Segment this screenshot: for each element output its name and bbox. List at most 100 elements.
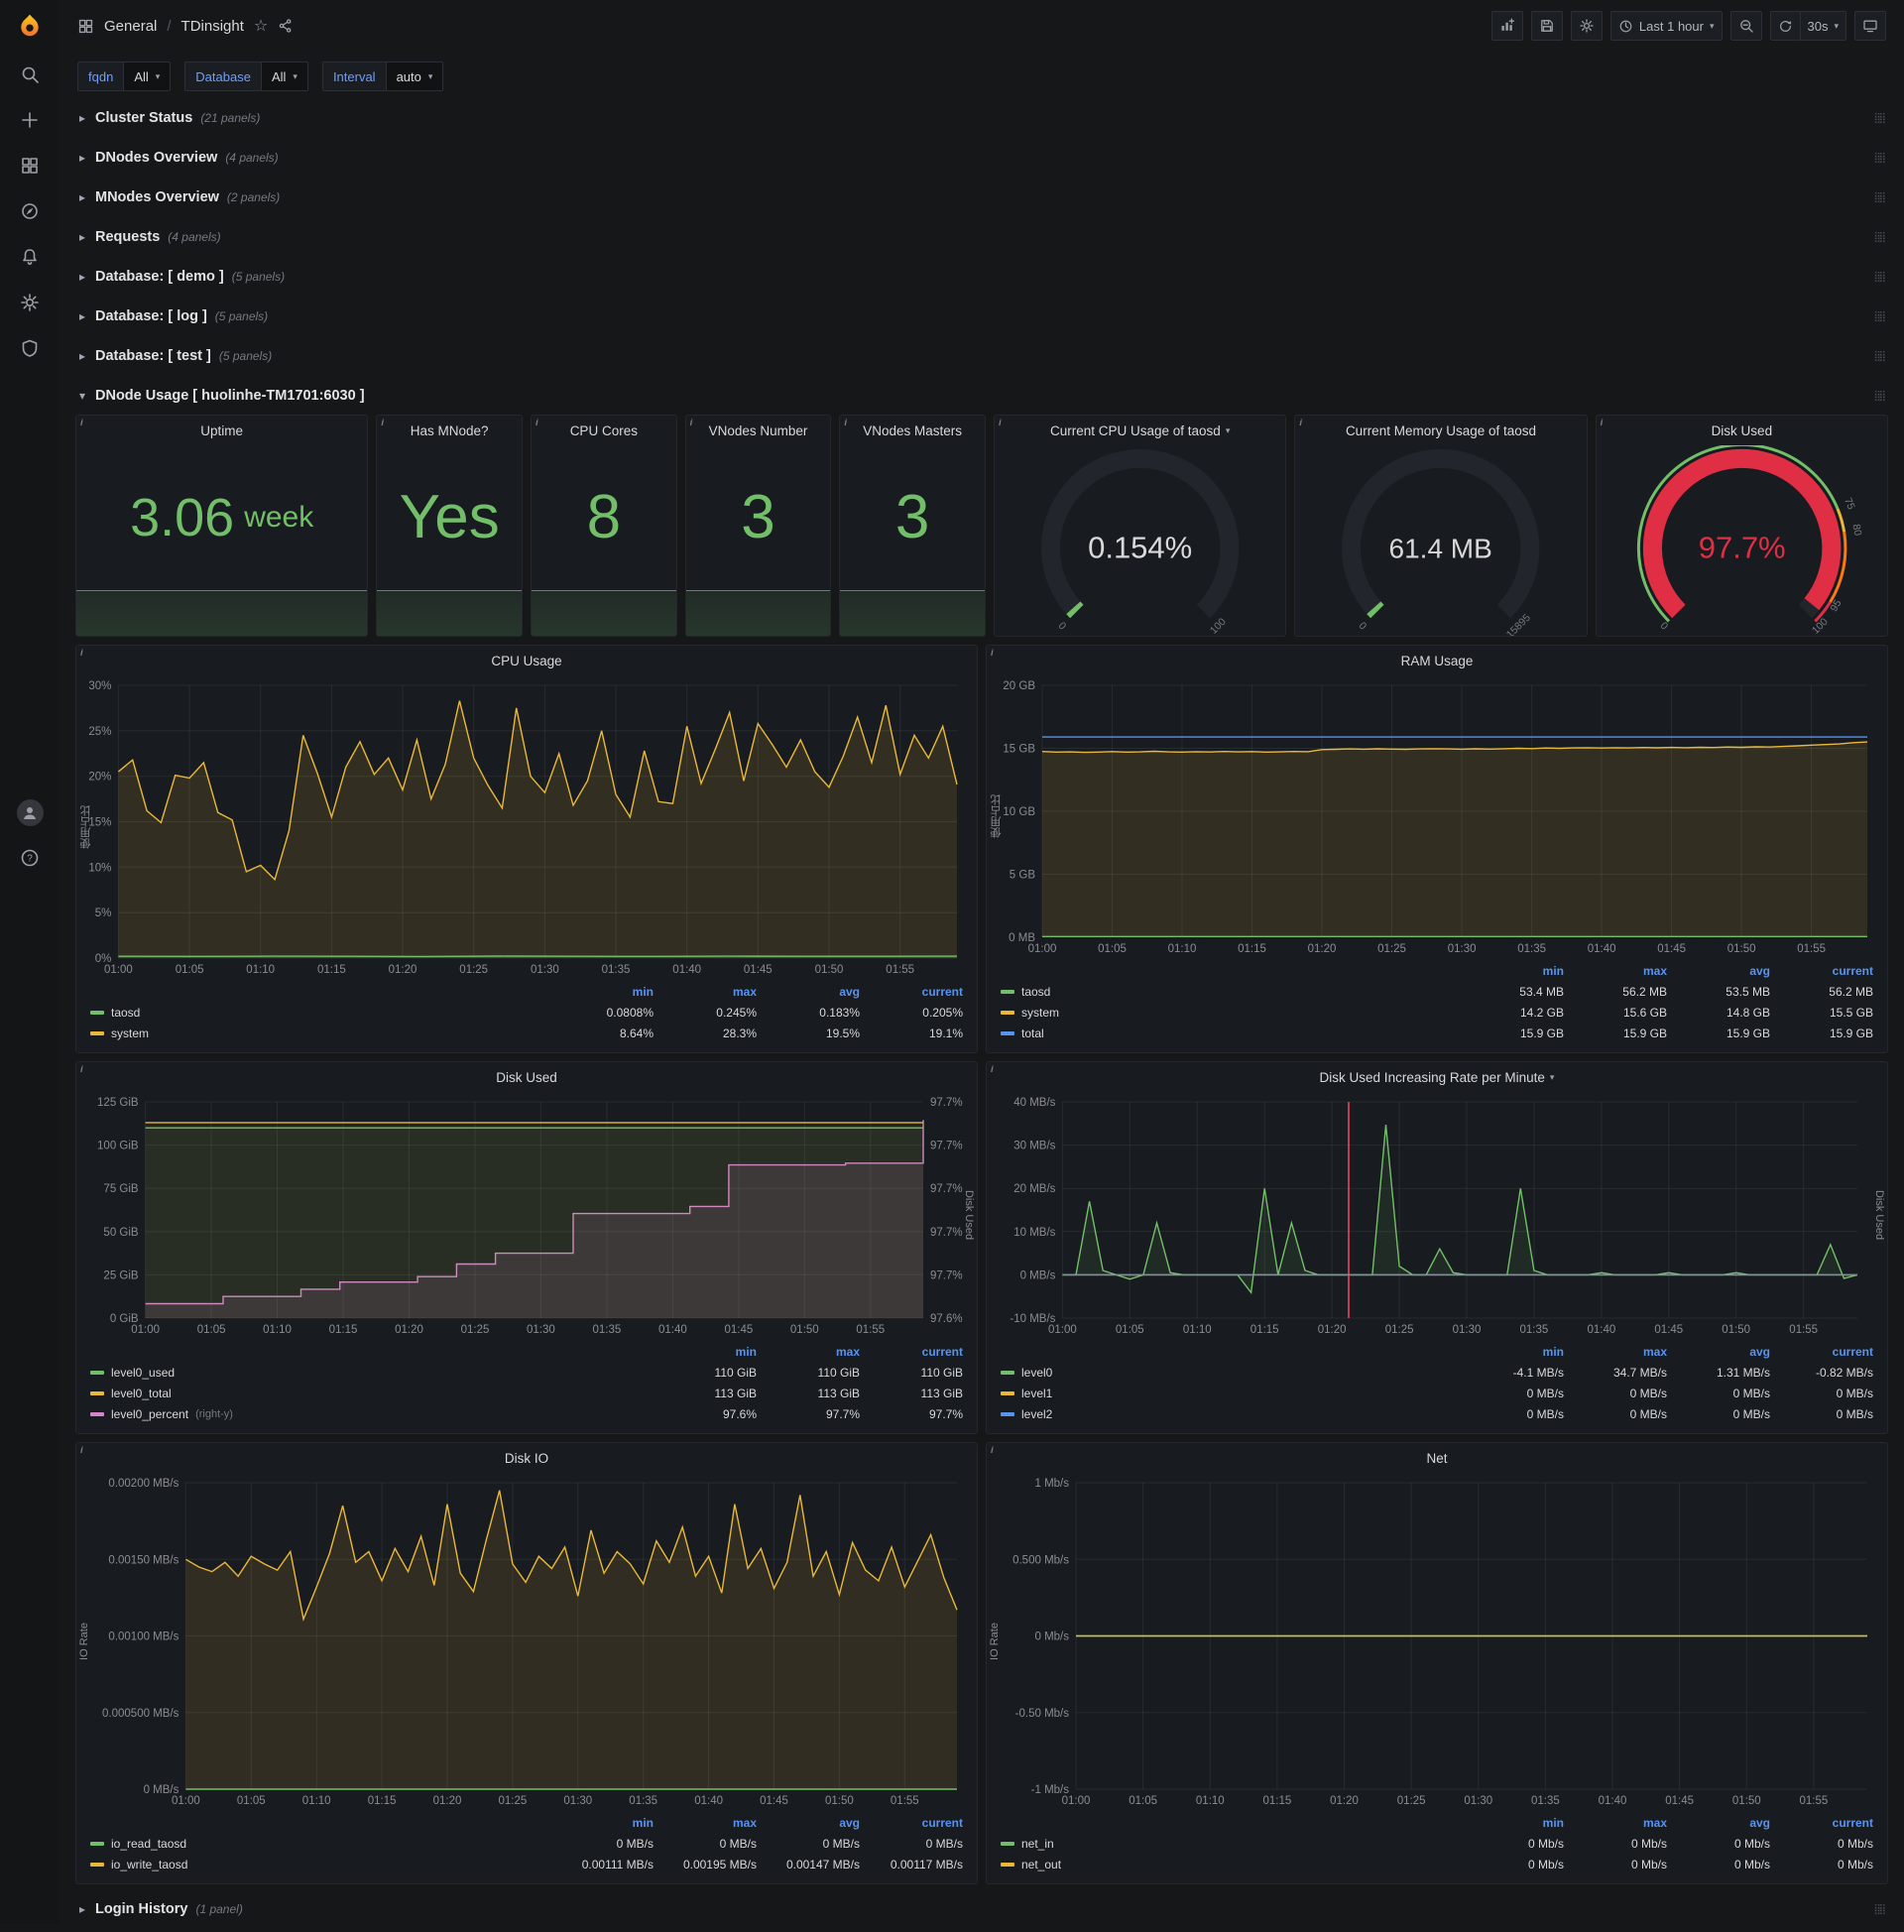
add-panel-button[interactable] — [1491, 11, 1523, 41]
legend-col-avg[interactable]: avg — [1667, 1345, 1770, 1359]
row-mnodes-overview[interactable]: ▸ MNodes Overview (2 panels) ⣿⣿ — [75, 181, 1888, 214]
legend-col-min[interactable]: min — [550, 985, 654, 999]
disk-rate-chart[interactable]: 40 MB/s30 MB/s20 MB/s10 MB/s0 MB/s-10 MB… — [991, 1094, 1883, 1338]
net-chart[interactable]: 1 Mb/s0.500 Mb/s0 Mb/s-0.50 Mb/s-1 Mb/s0… — [991, 1475, 1883, 1809]
row-drag-handle[interactable]: ⣿⣿ — [1873, 153, 1884, 164]
legend-col-max[interactable]: max — [654, 1816, 757, 1830]
series-name[interactable]: io_write_taosd — [111, 1858, 187, 1872]
panel-title[interactable]: VNodes Number — [686, 416, 831, 445]
info-icon[interactable]: i — [841, 417, 855, 430]
legend-col-avg[interactable]: avg — [1667, 1816, 1770, 1830]
panel-title[interactable]: CPU Usage — [76, 646, 977, 675]
dashboard-grid-icon[interactable] — [77, 18, 94, 35]
configuration-gear-icon[interactable] — [0, 280, 60, 325]
legend-col-max[interactable]: max — [1564, 1345, 1667, 1359]
panel-title[interactable]: RAM Usage — [987, 646, 1887, 675]
info-icon[interactable]: i — [77, 647, 91, 661]
disk-used-chart[interactable]: 125 GiB100 GiB75 GiB50 GiB25 GiB0 GiB97.… — [80, 1094, 973, 1338]
panel-title[interactable]: CPU Cores — [532, 416, 676, 445]
series-name[interactable]: taosd — [111, 1006, 140, 1020]
series-name[interactable]: system — [111, 1026, 149, 1040]
series-name[interactable]: level0_total — [111, 1387, 172, 1400]
series-name[interactable]: level2 — [1021, 1407, 1052, 1421]
user-avatar[interactable] — [0, 789, 60, 835]
row-drag-handle[interactable]: ⣿⣿ — [1873, 391, 1884, 402]
server-admin-shield-icon[interactable] — [0, 325, 60, 371]
legend-col-max[interactable]: max — [757, 1345, 860, 1359]
cycle-view-mode-button[interactable] — [1854, 11, 1886, 41]
panel-title[interactable]: Disk Used — [76, 1062, 977, 1092]
explore-compass-icon[interactable] — [0, 188, 60, 234]
info-icon[interactable]: i — [988, 1063, 1002, 1077]
grafana-logo[interactable] — [0, 0, 60, 52]
legend-col-min[interactable]: min — [1461, 1345, 1564, 1359]
legend-col-max[interactable]: max — [1564, 964, 1667, 978]
info-icon[interactable]: i — [77, 417, 91, 430]
legend-col-current[interactable]: current — [1770, 1816, 1873, 1830]
legend-col-current[interactable]: current — [860, 1816, 963, 1830]
breadcrumb-folder[interactable]: General — [104, 18, 157, 35]
refresh-button[interactable] — [1770, 11, 1801, 41]
series-name[interactable]: net_out — [1021, 1858, 1061, 1872]
panel-title[interactable]: Disk IO — [76, 1443, 977, 1473]
panel-title[interactable]: Net — [987, 1443, 1887, 1473]
legend-col-avg[interactable]: avg — [757, 985, 860, 999]
row-database-demo[interactable]: ▸ Database: [ demo ] (5 panels) ⣿⣿ — [75, 260, 1888, 294]
legend-col-min[interactable]: min — [550, 1816, 654, 1830]
row-login-history[interactable]: ▸ Login History (1 panel) ⣿⣿ — [75, 1892, 1888, 1926]
variable-database-value[interactable]: All▾ — [262, 62, 307, 90]
series-name[interactable]: system — [1021, 1006, 1059, 1020]
row-drag-handle[interactable]: ⣿⣿ — [1873, 1904, 1884, 1915]
row-drag-handle[interactable]: ⣿⣿ — [1873, 113, 1884, 124]
row-database-log[interactable]: ▸ Database: [ log ] (5 panels) ⣿⣿ — [75, 300, 1888, 333]
legend-col-max[interactable]: max — [1564, 1816, 1667, 1830]
share-icon[interactable] — [278, 18, 294, 34]
row-drag-handle[interactable]: ⣿⣿ — [1873, 272, 1884, 283]
row-drag-handle[interactable]: ⣿⣿ — [1873, 311, 1884, 322]
variable-interval-label[interactable]: Interval — [323, 62, 387, 90]
panel-title[interactable]: Disk Used — [1597, 416, 1887, 445]
series-name[interactable]: level0_percent — [111, 1407, 188, 1421]
info-icon[interactable]: i — [687, 417, 701, 430]
series-name[interactable]: level0 — [1021, 1366, 1052, 1380]
legend-col-current[interactable]: current — [1770, 964, 1873, 978]
legend-col-current[interactable]: current — [1770, 1345, 1873, 1359]
variable-fqdn-value[interactable]: All▾ — [124, 62, 170, 90]
panel-title[interactable]: Uptime — [76, 416, 367, 445]
memory-usage-gauge[interactable]: 01589561.4 MB — [1295, 445, 1586, 636]
series-name[interactable]: taosd — [1021, 985, 1050, 999]
zoom-out-button[interactable] — [1730, 11, 1762, 41]
info-icon[interactable]: i — [533, 417, 546, 430]
legend-col-avg[interactable]: avg — [757, 1816, 860, 1830]
row-database-test[interactable]: ▸ Database: [ test ] (5 panels) ⣿⣿ — [75, 339, 1888, 373]
save-dashboard-button[interactable] — [1531, 11, 1563, 41]
series-name[interactable]: total — [1021, 1026, 1044, 1040]
dashboards-icon[interactable] — [0, 143, 60, 188]
series-name[interactable]: level1 — [1021, 1387, 1052, 1400]
legend-col-min[interactable]: min — [654, 1345, 757, 1359]
row-drag-handle[interactable]: ⣿⣿ — [1873, 351, 1884, 362]
info-icon[interactable]: i — [378, 417, 392, 430]
search-icon[interactable] — [0, 52, 60, 97]
create-icon[interactable] — [0, 97, 60, 143]
ram-usage-chart[interactable]: 20 GB15 GB10 GB5 GB0 MB01:0001:0501:1001… — [991, 677, 1883, 957]
variable-database-label[interactable]: Database — [185, 62, 262, 90]
panel-title[interactable]: Disk Used Increasing Rate per Minute▾ — [987, 1062, 1887, 1092]
info-icon[interactable]: i — [988, 647, 1002, 661]
info-icon[interactable]: i — [988, 1444, 1002, 1458]
variable-interval-value[interactable]: auto▾ — [387, 62, 443, 90]
refresh-interval-button[interactable]: 30s ▾ — [1800, 11, 1847, 41]
cpu-usage-gauge[interactable]: 01000.154% — [995, 445, 1285, 636]
row-dnodes-overview[interactable]: ▸ DNodes Overview (4 panels) ⣿⣿ — [75, 141, 1888, 175]
panel-title[interactable]: VNodes Masters — [840, 416, 985, 445]
row-drag-handle[interactable]: ⣿⣿ — [1873, 192, 1884, 203]
alerting-bell-icon[interactable] — [0, 234, 60, 280]
row-requests[interactable]: ▸ Requests (4 panels) ⣿⣿ — [75, 220, 1888, 254]
disk-used-gauge[interactable]: 075809510097.7% — [1597, 445, 1887, 636]
row-drag-handle[interactable]: ⣿⣿ — [1873, 232, 1884, 243]
time-picker-button[interactable]: Last 1 hour ▾ — [1610, 11, 1723, 41]
legend-col-max[interactable]: max — [654, 985, 757, 999]
help-icon[interactable]: ? — [0, 835, 60, 881]
legend-col-current[interactable]: current — [860, 985, 963, 999]
series-name[interactable]: net_in — [1021, 1837, 1054, 1851]
